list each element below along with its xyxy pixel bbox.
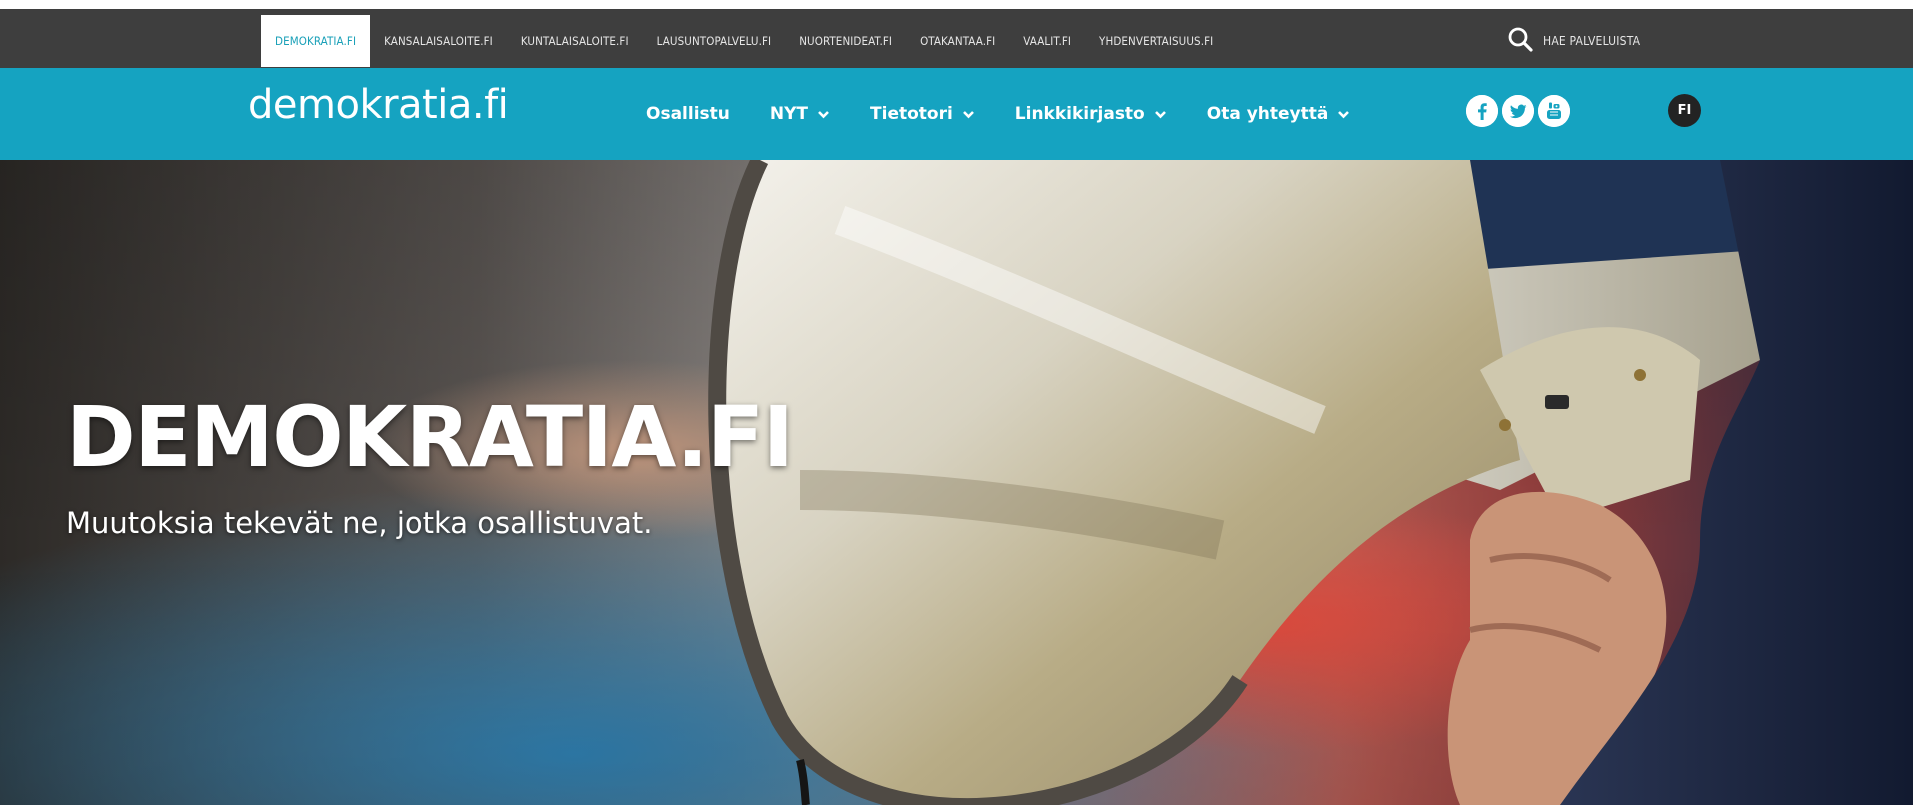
menu-item-ota-yhteytta[interactable]: Ota yhteyttä [1187, 104, 1371, 124]
service-link-yhdenvertaisuus[interactable]: YHDENVERTAISUUS.FI [1085, 15, 1227, 67]
hero-title: DEMOKRATIA.FI [66, 388, 794, 486]
menu-item-label: Osallistu [646, 104, 730, 124]
search-icon [1507, 26, 1533, 56]
menu-item-osallistu[interactable]: Osallistu [626, 104, 750, 124]
language-selector[interactable]: FI [1668, 94, 1701, 127]
social-links [1466, 95, 1570, 127]
menu-item-linkkikirjasto[interactable]: Linkkikirjasto [995, 104, 1187, 124]
service-link-kansalaisaloite[interactable]: KANSALAISALOITE.FI [370, 15, 507, 67]
site-logo[interactable]: demokratia.fi [248, 82, 509, 128]
top-strip [0, 0, 1913, 9]
service-link-demokratia[interactable]: DEMOKRATIA.FI [261, 15, 371, 67]
facebook-icon[interactable] [1466, 95, 1498, 127]
chevron-down-icon [1338, 110, 1350, 118]
search-services-label: HAE PALVELUISTA [1543, 34, 1641, 48]
menu-item-label: Tietotori [870, 104, 953, 124]
service-bar: DEMOKRATIA.FI KANSALAISALOITE.FI KUNTALA… [0, 9, 1913, 68]
service-links: DEMOKRATIA.FI KANSALAISALOITE.FI KUNTALA… [261, 15, 1227, 67]
service-link-otakantaa[interactable]: OTAKANTAA.FI [906, 15, 1009, 67]
search-services-button[interactable]: HAE PALVELUISTA [1507, 15, 1640, 67]
twitter-icon[interactable] [1502, 95, 1534, 127]
service-link-lausuntopalvelu[interactable]: LAUSUNTOPALVELU.FI [643, 15, 786, 67]
youtube-icon[interactable] [1538, 95, 1570, 127]
service-link-vaalit[interactable]: VAALIT.FI [1009, 15, 1085, 67]
main-navigation: demokratia.fi Osallistu NYT Tietotori Li… [0, 68, 1913, 160]
hero-banner: DEMOKRATIA.FI Muutoksia tekevät ne, jotk… [0, 160, 1913, 805]
service-link-kuntalaisaloite[interactable]: KUNTALAISALOITE.FI [507, 15, 643, 67]
menu-item-label: Linkkikirjasto [1014, 104, 1145, 124]
menu-item-label: NYT [769, 104, 809, 124]
chevron-down-icon [818, 110, 829, 118]
hero-subtitle: Muutoksia tekevät ne, jotka osallistuvat… [66, 506, 653, 540]
menu-item-nyt[interactable]: NYT [750, 104, 850, 124]
menu-item-tietotori[interactable]: Tietotori [850, 104, 995, 124]
main-menu: Osallistu NYT Tietotori Linkkikirjasto O… [626, 68, 1370, 160]
chevron-down-icon [1154, 110, 1166, 118]
service-link-nuortenideat[interactable]: NUORTENIDEAT.FI [785, 15, 906, 67]
chevron-down-icon [962, 110, 974, 118]
menu-item-label: Ota yhteyttä [1206, 104, 1329, 124]
